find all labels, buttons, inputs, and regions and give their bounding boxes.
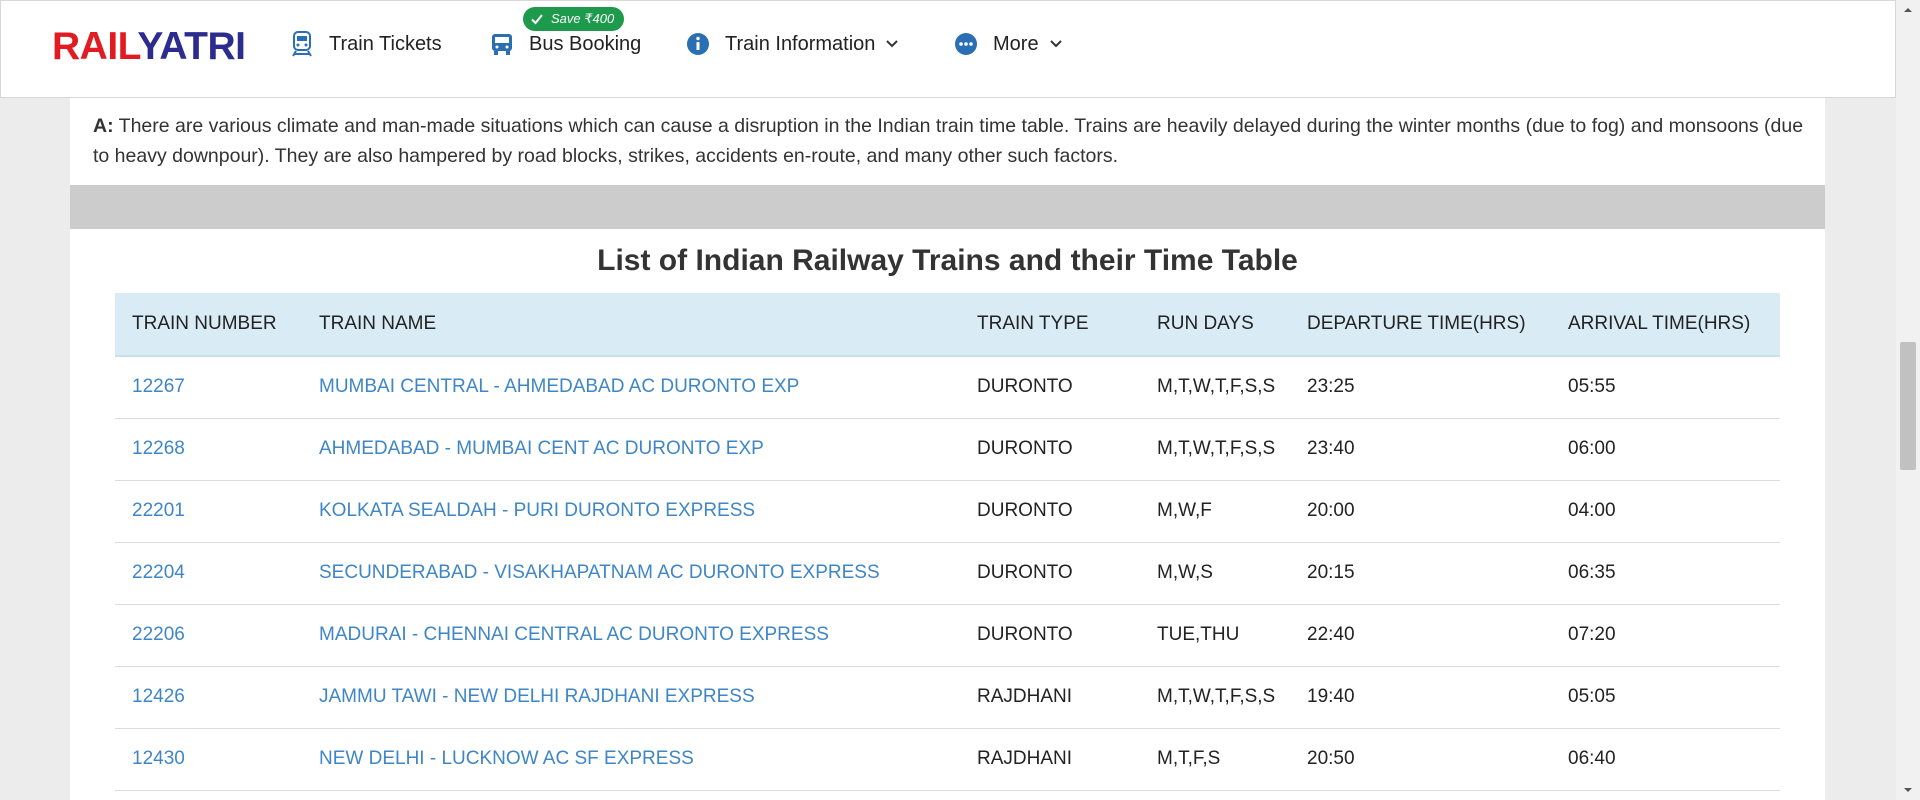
arrival-time-cell: 06:00 <box>1551 418 1780 481</box>
nav-train-information[interactable]: Train Information <box>685 31 899 57</box>
logo-text-rail: RAIL <box>52 25 138 68</box>
train-name-link[interactable]: NEW DELHI - LUCKNOW AC SF EXPRESS <box>302 728 960 791</box>
table-row: 12268 AHMEDABAD - MUMBAI CENT AC DURONTO… <box>115 418 1780 481</box>
train-type-cell: DURONTO <box>960 356 1140 419</box>
run-days-cell: M,T,F,S <box>1140 728 1290 791</box>
section-divider <box>70 185 1825 229</box>
nav-label-more: More <box>993 32 1039 55</box>
nav-bus-booking[interactable]: Bus Booking <box>489 31 641 57</box>
info-icon <box>685 31 711 57</box>
nav-label-bus-booking: Bus Booking <box>529 32 642 55</box>
departure-time-cell: 20:15 <box>1290 542 1551 605</box>
departure-time-cell: 23:25 <box>1290 356 1551 419</box>
arrival-time-cell: 06:35 <box>1551 542 1780 605</box>
nav-label-train-tickets: Train Tickets <box>329 32 442 55</box>
run-days-cell: M,W,S <box>1140 542 1290 605</box>
departure-time-cell: 20:50 <box>1290 728 1551 791</box>
chevron-down-icon <box>885 39 899 49</box>
arrival-time-cell: 04:00 <box>1551 480 1780 543</box>
bus-icon <box>489 31 515 57</box>
train-type-cell: DURONTO <box>960 480 1140 543</box>
table-row: 22206 MADURAI - CHENNAI CENTRAL AC DURON… <box>115 604 1780 667</box>
departure-time-cell: 19:40 <box>1290 666 1551 729</box>
col-header-train-name: TRAIN NAME <box>302 293 960 357</box>
train-name-link[interactable]: KOLKATA SEALDAH - PURI DURONTO EXPRESS <box>302 480 960 543</box>
table-row: 12426 JAMMU TAWI - NEW DELHI RAJDHANI EX… <box>115 666 1780 729</box>
faq-answer-prefix: A: <box>93 115 114 137</box>
section-title: List of Indian Railway Trains and their … <box>597 244 1298 277</box>
train-number-link[interactable]: 22206 <box>115 604 302 667</box>
train-number-link[interactable]: 12268 <box>115 418 302 481</box>
table-row: 12430 NEW DELHI - LUCKNOW AC SF EXPRESS … <box>115 728 1780 791</box>
arrival-time-cell: 05:55 <box>1551 356 1780 419</box>
train-type-cell: DURONTO <box>960 542 1140 605</box>
save-badge-text: Save ₹400 <box>551 11 615 26</box>
train-name-link[interactable]: MUMBAI CENTRAL - AHMEDABAD AC DURONTO EX… <box>302 356 960 419</box>
nav-label-train-information: Train Information <box>725 32 876 55</box>
scrollbar-thumb[interactable] <box>1900 342 1916 470</box>
railyatri-logo[interactable]: RAILYATRI <box>52 25 246 68</box>
departure-time-cell: 23:40 <box>1290 418 1551 481</box>
train-number-link[interactable]: 22201 <box>115 480 302 543</box>
faq-answer-text: There are various climate and man-made s… <box>93 115 1804 167</box>
main-content: A: There are various climate and man-mad… <box>70 98 1825 800</box>
arrival-time-cell: 06:40 <box>1551 728 1780 791</box>
scroll-up-arrow-icon[interactable] <box>1896 0 1920 20</box>
train-name-link[interactable]: MADURAI - CHENNAI CENTRAL AC DURONTO EXP… <box>302 604 960 667</box>
logo-text-yatri: YATRI <box>137 25 246 68</box>
train-type-cell: RAJDHANI <box>960 666 1140 729</box>
table-row: 22204 SECUNDERABAD - VISAKHAPATNAM AC DU… <box>115 542 1780 605</box>
arrival-time-cell: 07:20 <box>1551 604 1780 667</box>
col-header-arrival-time: ARRIVAL TIME(HRS) <box>1551 293 1780 357</box>
table-row: 22201 KOLKATA SEALDAH - PURI DURONTO EXP… <box>115 480 1780 543</box>
col-header-run-days: RUN DAYS <box>1140 293 1290 357</box>
train-number-link[interactable]: 22204 <box>115 542 302 605</box>
col-header-train-number: TRAIN NUMBER <box>115 293 302 357</box>
scroll-down-arrow-icon[interactable] <box>1896 780 1920 800</box>
run-days-cell: TUE,THU <box>1140 604 1290 667</box>
run-days-cell: M,T,W,T,F,S,S <box>1140 356 1290 419</box>
train-type-cell: DURONTO <box>960 418 1140 481</box>
departure-time-cell: 20:00 <box>1290 480 1551 543</box>
faq-answer: A: There are various climate and man-mad… <box>93 111 1813 171</box>
train-number-link[interactable]: 12430 <box>115 728 302 791</box>
save-badge: Save ₹400 <box>523 7 625 31</box>
train-type-cell: RAJDHANI <box>960 728 1140 791</box>
train-number-link[interactable]: 12267 <box>115 356 302 419</box>
run-days-cell: M,W,F <box>1140 480 1290 543</box>
col-header-departure-time: DEPARTURE TIME(HRS) <box>1290 293 1551 357</box>
vertical-scrollbar[interactable] <box>1896 0 1920 800</box>
more-dots-icon <box>953 31 979 57</box>
train-type-cell: DURONTO <box>960 604 1140 667</box>
train-icon <box>289 31 315 57</box>
train-timetable: TRAIN NUMBER TRAIN NAME TRAIN TYPE RUN D… <box>115 293 1780 791</box>
train-number-link[interactable]: 12426 <box>115 666 302 729</box>
table-row: 12267 MUMBAI CENTRAL - AHMEDABAD AC DURO… <box>115 356 1780 419</box>
table-header-row: TRAIN NUMBER TRAIN NAME TRAIN TYPE RUN D… <box>115 293 1780 357</box>
run-days-cell: M,T,W,T,F,S,S <box>1140 666 1290 729</box>
top-navbar: RAILYATRI Train Tickets Save ₹400 Bus Bo… <box>0 0 1896 98</box>
check-icon <box>529 11 545 27</box>
train-name-link[interactable]: JAMMU TAWI - NEW DELHI RAJDHANI EXPRESS <box>302 666 960 729</box>
train-name-link[interactable]: SECUNDERABAD - VISAKHAPATNAM AC DURONTO … <box>302 542 960 605</box>
nav-train-tickets[interactable]: Train Tickets <box>289 31 442 57</box>
run-days-cell: M,T,W,T,F,S,S <box>1140 418 1290 481</box>
departure-time-cell: 22:40 <box>1290 604 1551 667</box>
nav-more[interactable]: More <box>953 31 1063 57</box>
train-name-link[interactable]: AHMEDABAD - MUMBAI CENT AC DURONTO EXP <box>302 418 960 481</box>
col-header-train-type: TRAIN TYPE <box>960 293 1140 357</box>
arrival-time-cell: 05:05 <box>1551 666 1780 729</box>
chevron-down-icon <box>1049 39 1063 49</box>
